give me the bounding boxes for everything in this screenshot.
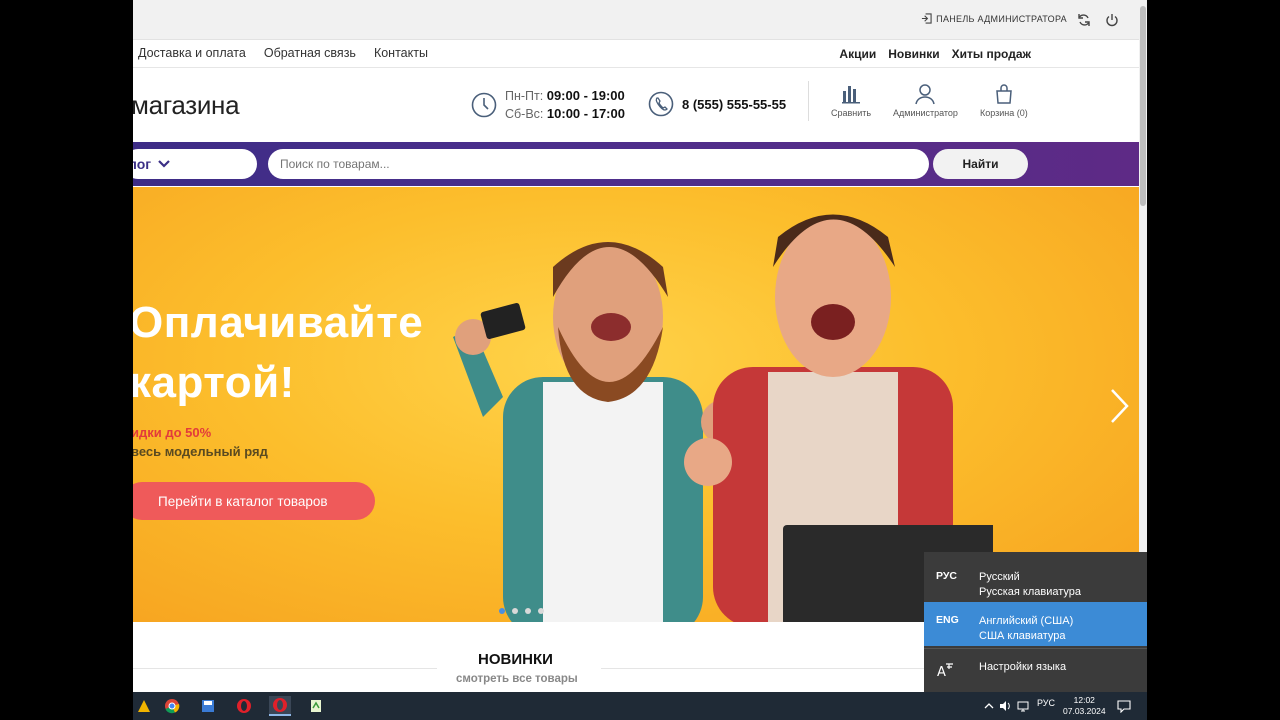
- lang-name-eng: Английский (США) США клавиатура: [979, 614, 1073, 644]
- cart-label: Корзина (0): [980, 108, 1028, 118]
- nav-delivery[interactable]: Доставка и оплата: [138, 46, 246, 60]
- scroll-thumb[interactable]: [1140, 6, 1146, 206]
- weekend-hours: 10:00 - 17:00: [546, 106, 625, 121]
- taskbar: РУС 12:02 07.03.2024: [133, 692, 1147, 720]
- language-settings-icon: A: [937, 663, 953, 679]
- admin-label: Администратор: [893, 108, 958, 118]
- lang-option-eng[interactable]: ENG Английский (США) США клавиатура: [924, 602, 1147, 646]
- slider-dot-1[interactable]: [499, 608, 505, 614]
- lang-title-rus: Русский: [979, 571, 1020, 583]
- refresh-icon[interactable]: [1077, 13, 1091, 27]
- search-button[interactable]: Найти: [933, 149, 1028, 179]
- power-icon[interactable]: [1105, 13, 1119, 27]
- search-input[interactable]: [268, 149, 929, 179]
- slider-dot-4[interactable]: [538, 608, 544, 614]
- weekdays-hours: 09:00 - 19:00: [546, 88, 625, 103]
- slider-dot-3[interactable]: [525, 608, 531, 614]
- notification-icon[interactable]: [1117, 699, 1131, 713]
- phone-icon: [648, 91, 674, 117]
- compare-label: Сравнить: [831, 108, 872, 118]
- section-line-left: [133, 668, 437, 669]
- svg-text:A: A: [937, 665, 946, 679]
- nav-contacts[interactable]: Контакты: [374, 46, 428, 60]
- lang-keyboard-rus: Русская клавиатура: [979, 586, 1082, 598]
- chrome-icon[interactable]: [161, 696, 183, 716]
- user-icon: [915, 84, 936, 105]
- working-hours: Пн-Пт: 09:00 - 19:00 Сб-Вс: 10:00 - 17:0…: [471, 87, 625, 123]
- nav-new[interactable]: Новинки: [888, 47, 939, 61]
- app-warning-icon[interactable]: [133, 696, 155, 716]
- section-line-right: [601, 668, 931, 669]
- chevron-right-icon[interactable]: [1109, 387, 1131, 425]
- catalog-button[interactable]: лог: [133, 149, 257, 179]
- nav-feedback[interactable]: Обратная связь: [264, 46, 356, 60]
- language-indicator[interactable]: РУС: [1037, 698, 1055, 708]
- chart-icon: [842, 86, 861, 104]
- phone[interactable]: 8 (555) 555-55-55: [648, 91, 786, 117]
- lang-code-rus: РУС: [936, 570, 957, 582]
- site-header: магазина Пн-Пт: 09:00 - 19:00 Сб-Вс: 10:…: [133, 69, 1139, 142]
- volume-icon[interactable]: [999, 700, 1011, 712]
- chevron-down-icon: [158, 160, 170, 168]
- admin-panel-link[interactable]: ПАНЕЛЬ АДМИНИСТРАТОРА: [921, 13, 1067, 24]
- lang-title-eng: Английский (США): [979, 615, 1074, 627]
- clock-date: 07.03.2024: [1063, 706, 1106, 716]
- top-nav: Доставка и оплата Обратная связь Контакт…: [133, 40, 1139, 68]
- banner-title: Оплачивайте картой!: [133, 293, 423, 413]
- lang-keyboard-eng: США клавиатура: [979, 630, 1066, 642]
- admin-panel-label: ПАНЕЛЬ АДМИНИСТРАТОРА: [936, 13, 1067, 24]
- catalog-cta-button[interactable]: Перейти в каталог товаров: [133, 482, 375, 520]
- lang-name-rus: Русский Русская клавиатура: [979, 570, 1081, 600]
- language-settings[interactable]: A Настройки языка: [924, 648, 1147, 688]
- slider-dots: [499, 608, 544, 614]
- login-icon: [922, 13, 932, 24]
- top-nav-right: Акции Новинки Хиты продаж: [839, 47, 1031, 61]
- banner-discount: идки до 50%: [133, 425, 212, 440]
- admin-bar: ПАНЕЛЬ АДМИНИСТРАТОРА: [133, 0, 1139, 40]
- network-icon[interactable]: [1017, 700, 1029, 712]
- hours-lines: Пн-Пт: 09:00 - 19:00 Сб-Вс: 10:00 - 17:0…: [505, 87, 625, 123]
- slider-dot-2[interactable]: [512, 608, 518, 614]
- clock[interactable]: 12:02 07.03.2024: [1063, 695, 1106, 717]
- language-popup: РУС Русский Русская клавиатура ENG Англи…: [924, 552, 1147, 692]
- banner-title-line1: Оплачивайте: [133, 298, 424, 347]
- banner-range: весь модельный ряд: [133, 444, 268, 459]
- cart-button[interactable]: Корзина (0): [980, 83, 1028, 118]
- chevron-up-icon[interactable]: [983, 700, 995, 712]
- lang-option-rus[interactable]: РУС Русский Русская клавиатура: [924, 558, 1147, 602]
- nav-sales[interactable]: Акции: [839, 47, 876, 61]
- top-nav-left: Доставка и оплата Обратная связь Контакт…: [138, 46, 428, 60]
- clock-time: 12:02: [1073, 695, 1095, 705]
- opera-active-icon[interactable]: [269, 696, 291, 716]
- see-all-link[interactable]: смотреть все товары: [456, 673, 578, 685]
- notepad-icon[interactable]: [305, 696, 327, 716]
- compare-button[interactable]: Сравнить: [831, 83, 871, 118]
- banner-title-line2: картой!: [133, 358, 295, 407]
- catalog-label: лог: [133, 156, 152, 172]
- language-settings-label: Настройки языка: [979, 661, 1067, 673]
- save-app-icon[interactable]: [197, 696, 219, 716]
- nav-hits[interactable]: Хиты продаж: [952, 47, 1031, 61]
- search-band: лог Найти: [133, 142, 1139, 186]
- opera-icon[interactable]: [233, 696, 255, 716]
- admin-account-button[interactable]: Администратор: [893, 83, 958, 118]
- lang-code-eng: ENG: [936, 614, 959, 626]
- weekdays-label: Пн-Пт:: [505, 89, 544, 103]
- logo-text[interactable]: магазина: [133, 90, 240, 121]
- phone-number: 8 (555) 555-55-55: [682, 96, 787, 112]
- cart-icon: [996, 84, 1012, 104]
- header-divider: [808, 81, 809, 121]
- screen: ПАНЕЛЬ АДМИНИСТРАТОРА Доставка и оплата …: [0, 0, 1280, 720]
- section-title: НОВИНКИ: [478, 651, 553, 668]
- weekend-label: Сб-Вс:: [505, 107, 544, 121]
- clock-icon: [471, 92, 497, 118]
